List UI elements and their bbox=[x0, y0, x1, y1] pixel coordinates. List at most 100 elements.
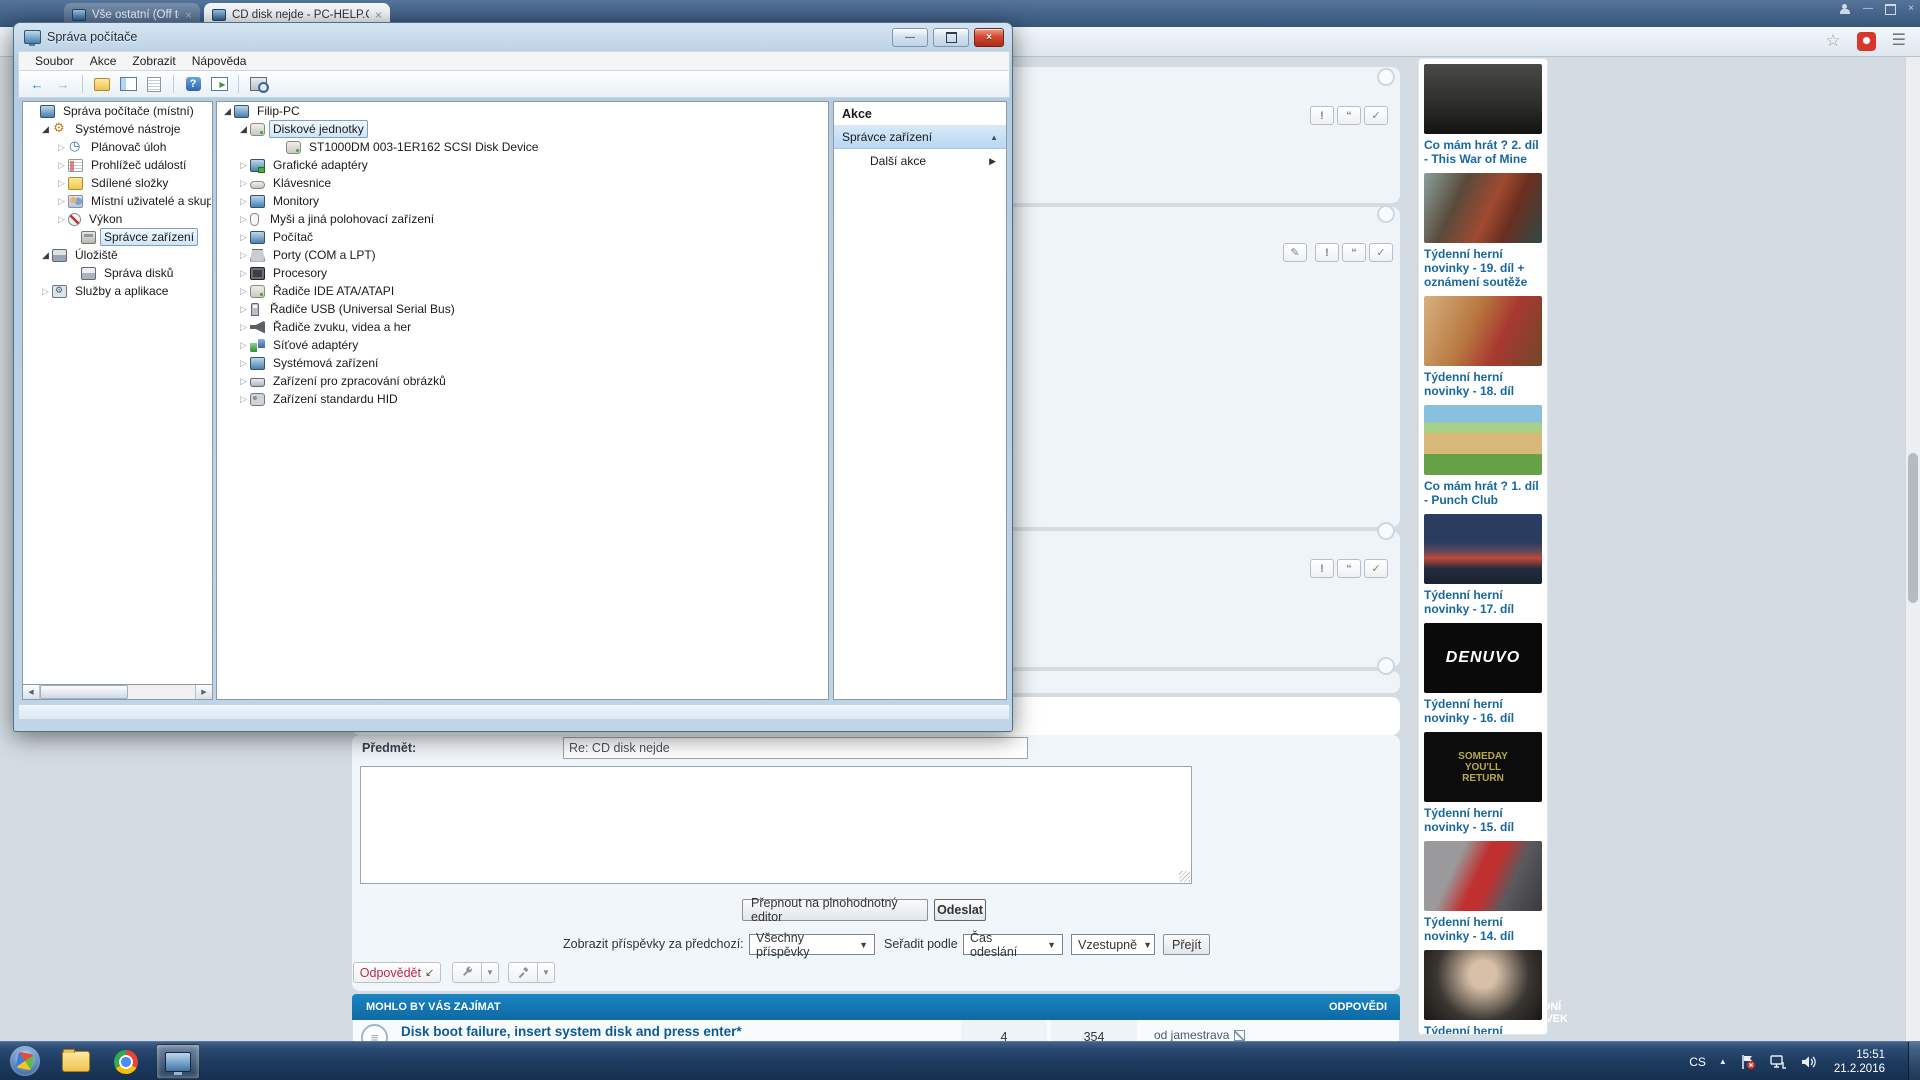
expander-icon[interactable] bbox=[55, 213, 68, 225]
expander-icon[interactable] bbox=[39, 285, 52, 297]
console-tree-item[interactable]: Systémové nástroje bbox=[23, 120, 212, 138]
taskbar-clock[interactable]: 15:51 21.2.2016 bbox=[1834, 1048, 1885, 1076]
menu-item[interactable]: Akce bbox=[82, 52, 125, 70]
filter-select[interactable]: Všechny příspěvky▼ bbox=[749, 934, 875, 955]
expander-icon[interactable] bbox=[39, 123, 52, 135]
device-tree-item[interactable]: Řadiče zvuku, videa a her bbox=[217, 318, 828, 336]
news-item[interactable]: Týdenní herní novinky - ohlednutí za rok… bbox=[1424, 950, 1542, 1035]
expander-icon[interactable] bbox=[237, 357, 250, 369]
post-badge-icon[interactable] bbox=[1377, 205, 1395, 223]
go-button[interactable]: Přejít bbox=[1163, 934, 1210, 955]
expander-icon[interactable] bbox=[237, 393, 250, 405]
collapse-icon[interactable]: ▲ bbox=[990, 133, 998, 142]
properties-button[interactable] bbox=[144, 75, 164, 93]
browser-menu-icon[interactable]: ☰ bbox=[1892, 32, 1906, 50]
device-tree-item[interactable]: Řadiče IDE ATA/ATAPI bbox=[217, 282, 828, 300]
device-tree-item[interactable]: Filip-PC bbox=[217, 102, 828, 120]
menu-item[interactable]: Zobrazit bbox=[124, 52, 183, 70]
report-post-button[interactable]: ! bbox=[1310, 559, 1334, 578]
console-tree-item[interactable]: Správa disků bbox=[23, 264, 212, 282]
browser-close-button[interactable]: × bbox=[1908, 3, 1914, 15]
network-icon[interactable] bbox=[1769, 1054, 1787, 1070]
expander-icon[interactable] bbox=[237, 303, 250, 315]
actions-selected-item[interactable]: Správce zařízení ▲ bbox=[834, 126, 1006, 149]
news-caption-link[interactable]: Týdenní herní novinky - 17. díl bbox=[1424, 588, 1542, 616]
warn-button[interactable] bbox=[508, 962, 538, 983]
news-item[interactable]: Týdenní herní novinky - 19. díl + oznáme… bbox=[1424, 173, 1542, 289]
horizontal-scrollbar[interactable]: ◀ ▶ bbox=[22, 684, 213, 700]
expander-icon[interactable] bbox=[237, 249, 250, 261]
start-button[interactable] bbox=[10, 1046, 40, 1076]
device-tree-item[interactable]: Řadiče USB (Universal Serial Bus) bbox=[217, 300, 828, 318]
device-tree-item[interactable]: Počítač bbox=[217, 228, 828, 246]
console-tree-item[interactable]: Prohlížeč událostí bbox=[23, 156, 212, 174]
news-caption-link[interactable]: Co mám hrát ? 2. díl - This War of Mine bbox=[1424, 138, 1542, 166]
topic-title-link[interactable]: Disk boot failure, insert system disk an… bbox=[401, 1024, 742, 1039]
post-badge-icon[interactable] bbox=[1377, 522, 1395, 540]
scroll-left-arrow[interactable]: ◀ bbox=[23, 685, 40, 699]
device-tree-item[interactable]: Porty (COM a LPT) bbox=[217, 246, 828, 264]
news-item[interactable]: Co mám hrát ? 2. díl - This War of Mine bbox=[1424, 64, 1542, 166]
console-tree-item[interactable]: Správa počítače (místní) bbox=[23, 102, 212, 120]
help-button[interactable]: ? bbox=[183, 75, 203, 93]
tray-expand-icon[interactable]: ▲ bbox=[1719, 1057, 1727, 1066]
news-caption-link[interactable]: Týdenní herní novinky - 14. díl bbox=[1424, 915, 1542, 943]
device-tree-item[interactable]: Síťové adaptéry bbox=[217, 336, 828, 354]
expander-icon[interactable] bbox=[237, 375, 250, 387]
news-thumbnail[interactable] bbox=[1424, 64, 1542, 134]
news-item[interactable]: Týdenní herní novinky - 17. díl bbox=[1424, 514, 1542, 616]
resize-grip[interactable] bbox=[1179, 871, 1190, 882]
warn-caret-icon[interactable]: ▼ bbox=[538, 962, 555, 983]
news-thumbnail[interactable] bbox=[1424, 173, 1542, 243]
expander-icon[interactable] bbox=[237, 213, 250, 225]
window-titlebar[interactable]: Správa počítače bbox=[14, 23, 1012, 51]
report-post-button[interactable]: ! bbox=[1310, 106, 1334, 125]
moderation-tools-button[interactable] bbox=[452, 962, 482, 983]
show-desktop-button[interactable] bbox=[1908, 1042, 1920, 1080]
news-item[interactable]: Týdenní herní novinky - 18. díl bbox=[1424, 296, 1542, 398]
expander-icon[interactable] bbox=[237, 285, 250, 297]
scrollbar-thumb[interactable] bbox=[1908, 453, 1918, 603]
scrollbar-thumb[interactable] bbox=[40, 685, 128, 699]
scroll-right-arrow[interactable]: ▶ bbox=[195, 685, 212, 699]
expander-icon[interactable] bbox=[55, 177, 68, 189]
accept-post-button[interactable]: ✓ bbox=[1364, 106, 1388, 125]
expander-icon[interactable] bbox=[55, 141, 68, 153]
post-badge-icon[interactable] bbox=[1377, 657, 1395, 675]
device-tree-item[interactable]: Klávesnice bbox=[217, 174, 828, 192]
export-list-button[interactable] bbox=[92, 75, 112, 93]
device-tree-item[interactable]: Procesory bbox=[217, 264, 828, 282]
tab-close-icon[interactable]: × bbox=[185, 9, 192, 21]
console-tree-item[interactable]: Úložiště bbox=[23, 246, 212, 264]
taskbar-chrome-button[interactable] bbox=[104, 1044, 148, 1079]
news-caption-link[interactable]: Týdenní herní novinky - 15. díl bbox=[1424, 806, 1542, 834]
menu-item[interactable]: Nápověda bbox=[184, 52, 255, 70]
device-tree-item[interactable]: Myši a jiná polohovací zařízení bbox=[217, 210, 828, 228]
expander-icon[interactable] bbox=[55, 159, 68, 171]
news-thumbnail[interactable] bbox=[1424, 296, 1542, 366]
send-button[interactable]: Odeslat bbox=[934, 899, 986, 921]
post-badge-icon[interactable] bbox=[1377, 68, 1395, 86]
edit-post-button[interactable]: ✎ bbox=[1283, 243, 1307, 262]
maximize-button[interactable] bbox=[933, 28, 969, 47]
device-tree-item[interactable]: Monitory bbox=[217, 192, 828, 210]
console-tree-item[interactable]: Místní uživatelé a skupi bbox=[23, 192, 212, 210]
forward-button[interactable]: → bbox=[53, 75, 73, 93]
console-tree-item[interactable]: Výkon bbox=[23, 210, 212, 228]
news-item[interactable]: SOMEDAY YOU'LL RETURN Týdenní herní novi… bbox=[1424, 732, 1542, 834]
expander-icon[interactable] bbox=[237, 177, 250, 189]
order-select[interactable]: Vzestupně▼ bbox=[1071, 934, 1155, 955]
taskbar-management-button[interactable] bbox=[156, 1044, 200, 1079]
back-button[interactable]: ← bbox=[27, 75, 47, 93]
device-tree-item[interactable]: Zařízení standardu HID bbox=[217, 390, 828, 408]
news-thumbnail[interactable] bbox=[1424, 405, 1542, 475]
news-item[interactable]: DENUVO Týdenní herní novinky - 16. díl bbox=[1424, 623, 1542, 725]
full-editor-button[interactable]: Přepnout na plnohodnotný editor bbox=[742, 899, 928, 921]
menu-item[interactable]: Soubor bbox=[27, 52, 82, 70]
device-tree-item[interactable]: Grafické adaptéry bbox=[217, 156, 828, 174]
expander-icon[interactable] bbox=[237, 339, 250, 351]
console-tree-item[interactable]: Správce zařízení bbox=[23, 228, 212, 246]
expander-icon[interactable] bbox=[39, 249, 52, 261]
quote-post-button[interactable]: “ bbox=[1337, 559, 1361, 578]
expander-icon[interactable] bbox=[237, 123, 250, 135]
